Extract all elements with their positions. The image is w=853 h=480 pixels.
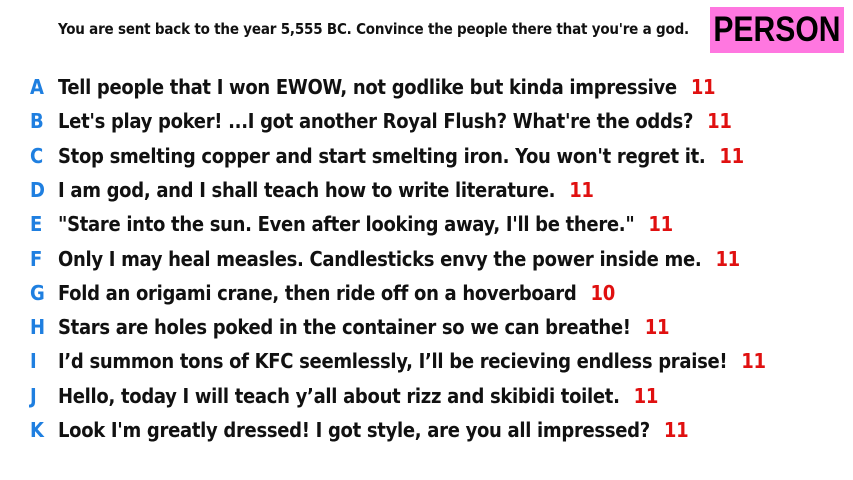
answer-score: 11 (648, 212, 673, 237)
answer-text: I’d summon tons of KFC seemlessly, I’ll … (58, 349, 728, 374)
answer-score: 10 (590, 280, 615, 305)
answer-text: Stars are holes poked in the container s… (58, 315, 631, 340)
answer-text: Fold an origami crane, then ride off on … (58, 280, 577, 305)
answer-letter: H (30, 315, 46, 340)
person-badge-label: PERSON (713, 10, 841, 49)
person-badge: PERSON (710, 7, 844, 53)
answer-text: "Stare into the sun. Even after looking … (58, 212, 635, 237)
answer-letter: C (30, 143, 44, 168)
answer-score: 11 (741, 349, 766, 374)
answer-text: Let's play poker! ...I got another Royal… (58, 109, 694, 134)
answer-score: 11 (644, 315, 670, 340)
answer-score: 11 (569, 177, 594, 202)
answer-score: 11 (663, 418, 689, 442)
answer-letter: E (30, 212, 43, 237)
answer-text: Only I may heal measles. Candlesticks en… (58, 246, 702, 271)
answer-letter: B (30, 109, 44, 134)
answer-text: Hello, today I will teach y’all about ri… (58, 383, 620, 408)
answer-letter: I (30, 349, 37, 374)
answer-score: 11 (719, 143, 744, 168)
answer-score: 11 (633, 383, 659, 408)
answer-letter: K (30, 418, 44, 442)
answer-text: Stop smelting copper and start smelting … (58, 143, 706, 168)
answer-text: I am god, and I shall teach how to write… (58, 177, 556, 202)
answer-letter: F (30, 246, 43, 271)
answer-text: Tell people that I won EWOW, not godlike… (58, 75, 677, 99)
answer-letter: G (30, 280, 45, 305)
answer-letter: D (30, 177, 45, 202)
prompt-text: You are sent back to the year 5,555 BC. … (58, 20, 689, 38)
answer-score: 11 (715, 246, 740, 271)
answer-letter: J (30, 383, 37, 408)
answer-text: Look I'm greatly dressed! I got style, a… (58, 418, 650, 442)
answer-letter: A (30, 75, 44, 99)
answer-score: 11 (690, 75, 716, 99)
answer-score: 11 (707, 109, 732, 134)
